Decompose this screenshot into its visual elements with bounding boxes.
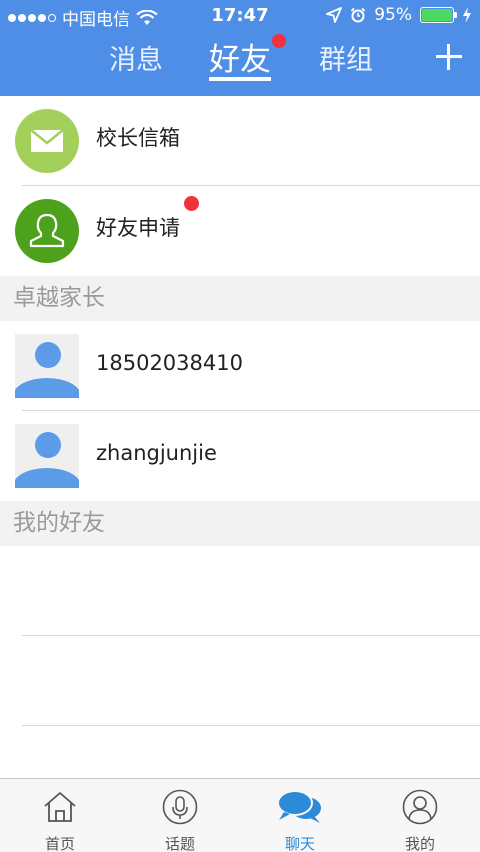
- home-icon: [44, 792, 76, 822]
- contact-row[interactable]: zhangjunjie: [0, 411, 480, 501]
- tab-friends[interactable]: 好友: [209, 34, 271, 79]
- tabbar-item-topics[interactable]: 话题: [120, 779, 240, 852]
- tab-messages[interactable]: 消息: [109, 38, 163, 77]
- tabbar-label: 首页: [44, 835, 75, 852]
- status-bar: 中国电信 17:47 95%: [0, 0, 480, 32]
- profile-icon: [402, 789, 438, 825]
- list-item-label: 校长信箱: [96, 126, 180, 150]
- status-right: 95%: [326, 5, 472, 25]
- contact-name: zhangjunjie: [96, 441, 217, 465]
- section-header-outstanding-parents: 卓越家长: [0, 276, 480, 321]
- plus-icon[interactable]: [436, 44, 462, 70]
- bottom-tab-bar: 首页 话题 聊天 我的: [0, 778, 480, 852]
- section-header-my-friends: 我的好友: [0, 501, 480, 546]
- empty-row: [0, 636, 480, 726]
- mail-icon: [15, 109, 79, 173]
- active-tab-indicator: [209, 77, 271, 81]
- list-item-label: 好友申请: [96, 216, 180, 240]
- tabbar-item-home[interactable]: 首页: [0, 779, 120, 852]
- alarm-icon: [350, 7, 366, 23]
- chat-bubbles-icon: [277, 790, 321, 823]
- contact-row[interactable]: 18502038410: [0, 321, 480, 411]
- tabbar-label: 话题: [164, 835, 195, 852]
- default-avatar-icon: [15, 424, 79, 488]
- battery-percent: 95%: [374, 5, 412, 25]
- tabbar-label: 我的: [404, 835, 435, 852]
- battery-icon: [420, 7, 457, 23]
- top-nav: 消息 好友 群组: [0, 32, 480, 96]
- friends-list: 校长信箱 好友申请 卓越家长 18502038410 zhangjunjie 我…: [0, 96, 480, 726]
- divider: [22, 725, 480, 726]
- charging-bolt-icon: [463, 7, 471, 23]
- tabbar-label: 聊天: [284, 835, 315, 852]
- contact-name: 18502038410: [96, 351, 243, 375]
- list-item-principal-mailbox[interactable]: 校长信箱: [0, 96, 480, 186]
- tabbar-item-chat[interactable]: 聊天: [240, 779, 360, 852]
- location-arrow-icon: [326, 7, 343, 23]
- person-icon: [15, 199, 79, 263]
- empty-row: [0, 546, 480, 636]
- friends-tab-badge: [272, 34, 286, 48]
- tabbar-item-mine[interactable]: 我的: [360, 779, 480, 852]
- tab-groups[interactable]: 群组: [319, 38, 373, 77]
- list-item-friend-requests[interactable]: 好友申请: [0, 186, 480, 276]
- friend-request-badge: [184, 196, 199, 211]
- header: 中国电信 17:47 95% 消息 好友 群组: [0, 0, 480, 96]
- microphone-icon: [162, 789, 198, 825]
- default-avatar-icon: [15, 334, 79, 398]
